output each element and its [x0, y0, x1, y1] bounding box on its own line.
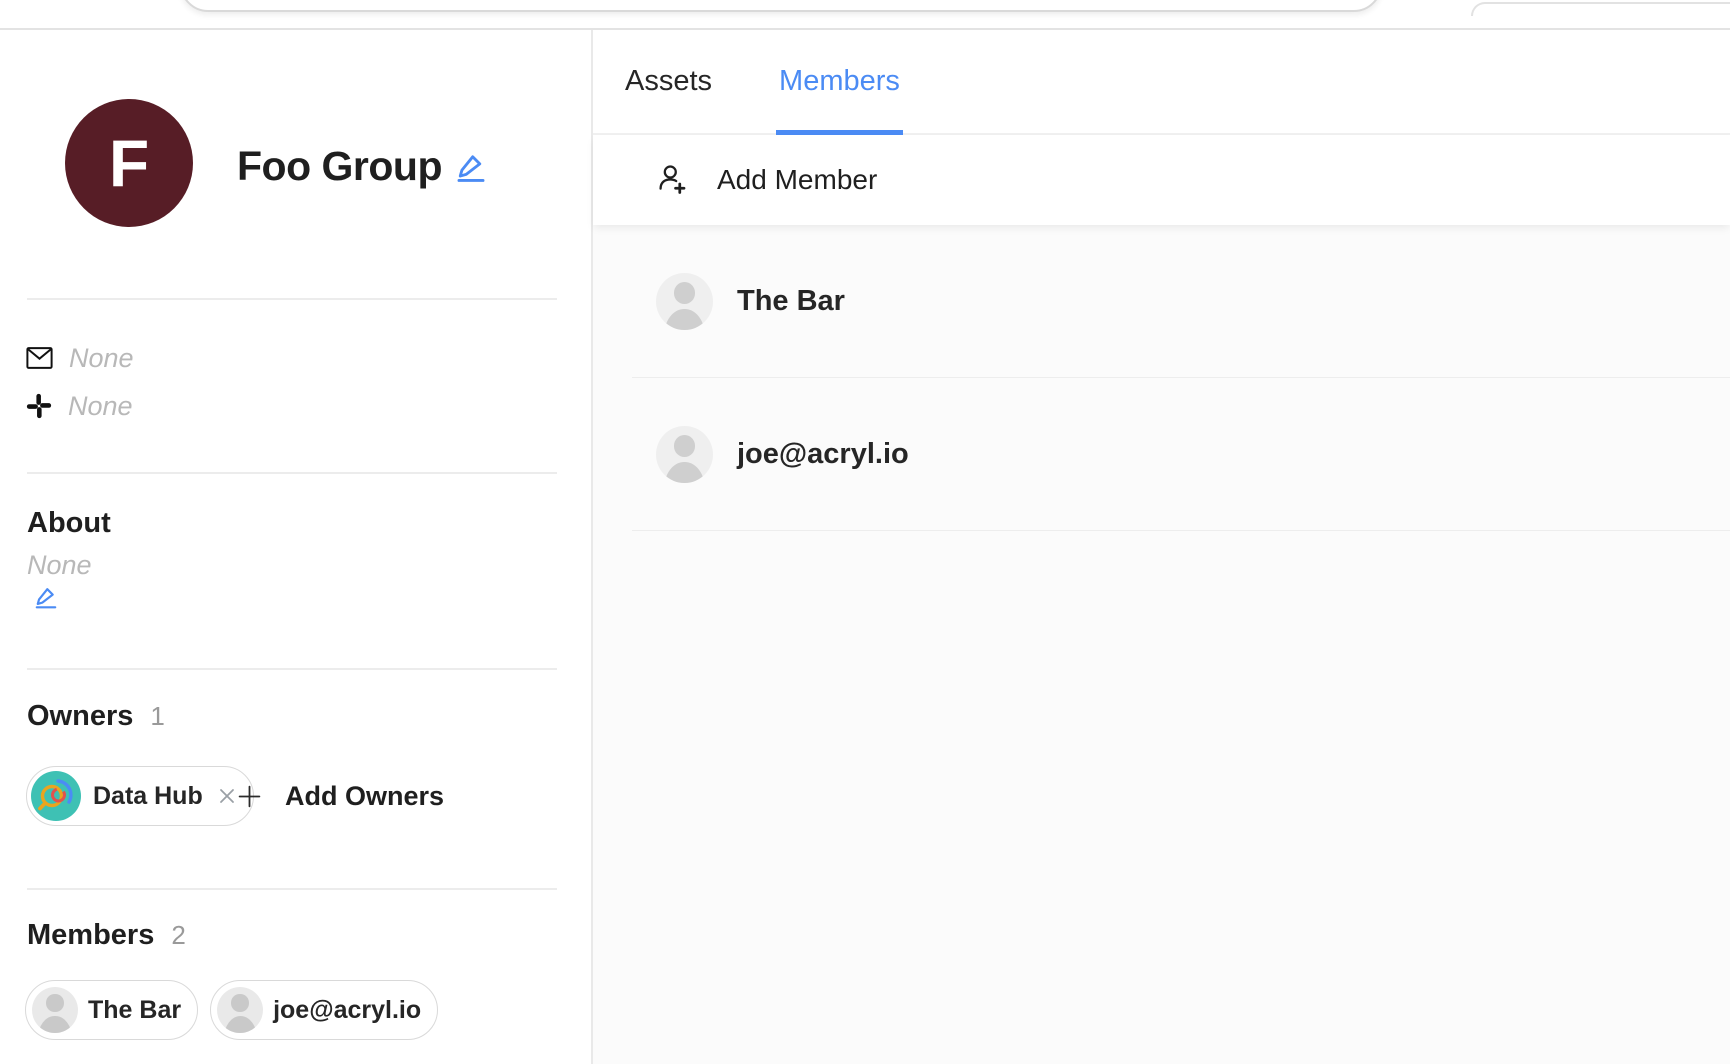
- tab-assets[interactable]: Assets: [625, 30, 712, 133]
- member-chip[interactable]: The Bar: [25, 980, 198, 1040]
- group-slack-row: None: [26, 391, 133, 421]
- member-chip-list: The Bar joe@acryl.io: [25, 980, 438, 1040]
- group-email-row: None: [26, 343, 134, 373]
- member-chip-label: The Bar: [88, 996, 181, 1025]
- email-icon: [26, 347, 53, 369]
- remove-owner-icon[interactable]: [217, 786, 237, 806]
- edit-pencil-icon: [33, 584, 59, 610]
- members-title: Members: [27, 920, 154, 950]
- plus-icon: [236, 783, 263, 810]
- person-avatar-icon: [656, 426, 713, 483]
- owners-title: Owners: [27, 701, 133, 731]
- edit-group-name-button[interactable]: [454, 150, 488, 184]
- add-owners-button[interactable]: Add Owners: [236, 766, 444, 826]
- tab-bar: Assets Members: [593, 30, 1730, 135]
- member-list-row[interactable]: The Bar: [593, 225, 1730, 378]
- slack-icon: [26, 393, 52, 419]
- person-avatar-icon: [32, 987, 78, 1033]
- add-member-label: Add Member: [717, 164, 877, 196]
- group-name: Foo Group: [237, 142, 442, 190]
- group-sidebar: F Foo Group None: [0, 30, 593, 1064]
- add-member-button[interactable]: Add Member: [593, 135, 1730, 225]
- group-avatar: F: [65, 99, 193, 227]
- add-owners-label: Add Owners: [285, 781, 444, 812]
- person-avatar-icon: [217, 987, 263, 1033]
- header-card-edge: [1471, 2, 1730, 16]
- about-section-title: About: [27, 508, 111, 538]
- member-chip[interactable]: joe@acryl.io: [210, 980, 438, 1040]
- members-header: Members 2: [27, 920, 186, 951]
- owner-chip-label: Data Hub: [93, 782, 203, 811]
- top-bar: [0, 0, 1730, 30]
- owners-header: Owners 1: [27, 701, 165, 732]
- divider: [27, 298, 557, 300]
- tab-members[interactable]: Members: [779, 30, 900, 133]
- edit-description-button[interactable]: [33, 584, 59, 610]
- group-email-value: None: [69, 343, 134, 374]
- owners-count: 1: [150, 701, 164, 732]
- members-count: 2: [171, 920, 185, 951]
- divider: [27, 472, 557, 474]
- group-content-panel: Assets Members Add Member The Bar joe@ac…: [593, 30, 1730, 1064]
- group-initial: F: [109, 125, 149, 201]
- member-list-row[interactable]: joe@acryl.io: [593, 378, 1730, 531]
- group-profile-page: F Foo Group None: [0, 0, 1730, 1064]
- person-avatar-icon: [656, 273, 713, 330]
- member-chip-label: joe@acryl.io: [273, 996, 421, 1025]
- divider: [27, 668, 557, 670]
- about-description: None: [27, 551, 92, 579]
- divider: [27, 888, 557, 890]
- add-person-icon: [657, 164, 687, 196]
- group-slack-value: None: [68, 391, 133, 422]
- edit-pencil-icon: [454, 150, 488, 184]
- member-name: The Bar: [737, 285, 845, 318]
- datahub-logo-icon: [31, 771, 81, 821]
- search-input[interactable]: [180, 0, 1382, 12]
- member-name: joe@acryl.io: [737, 438, 909, 471]
- owner-chip-datahub[interactable]: Data Hub: [26, 766, 254, 826]
